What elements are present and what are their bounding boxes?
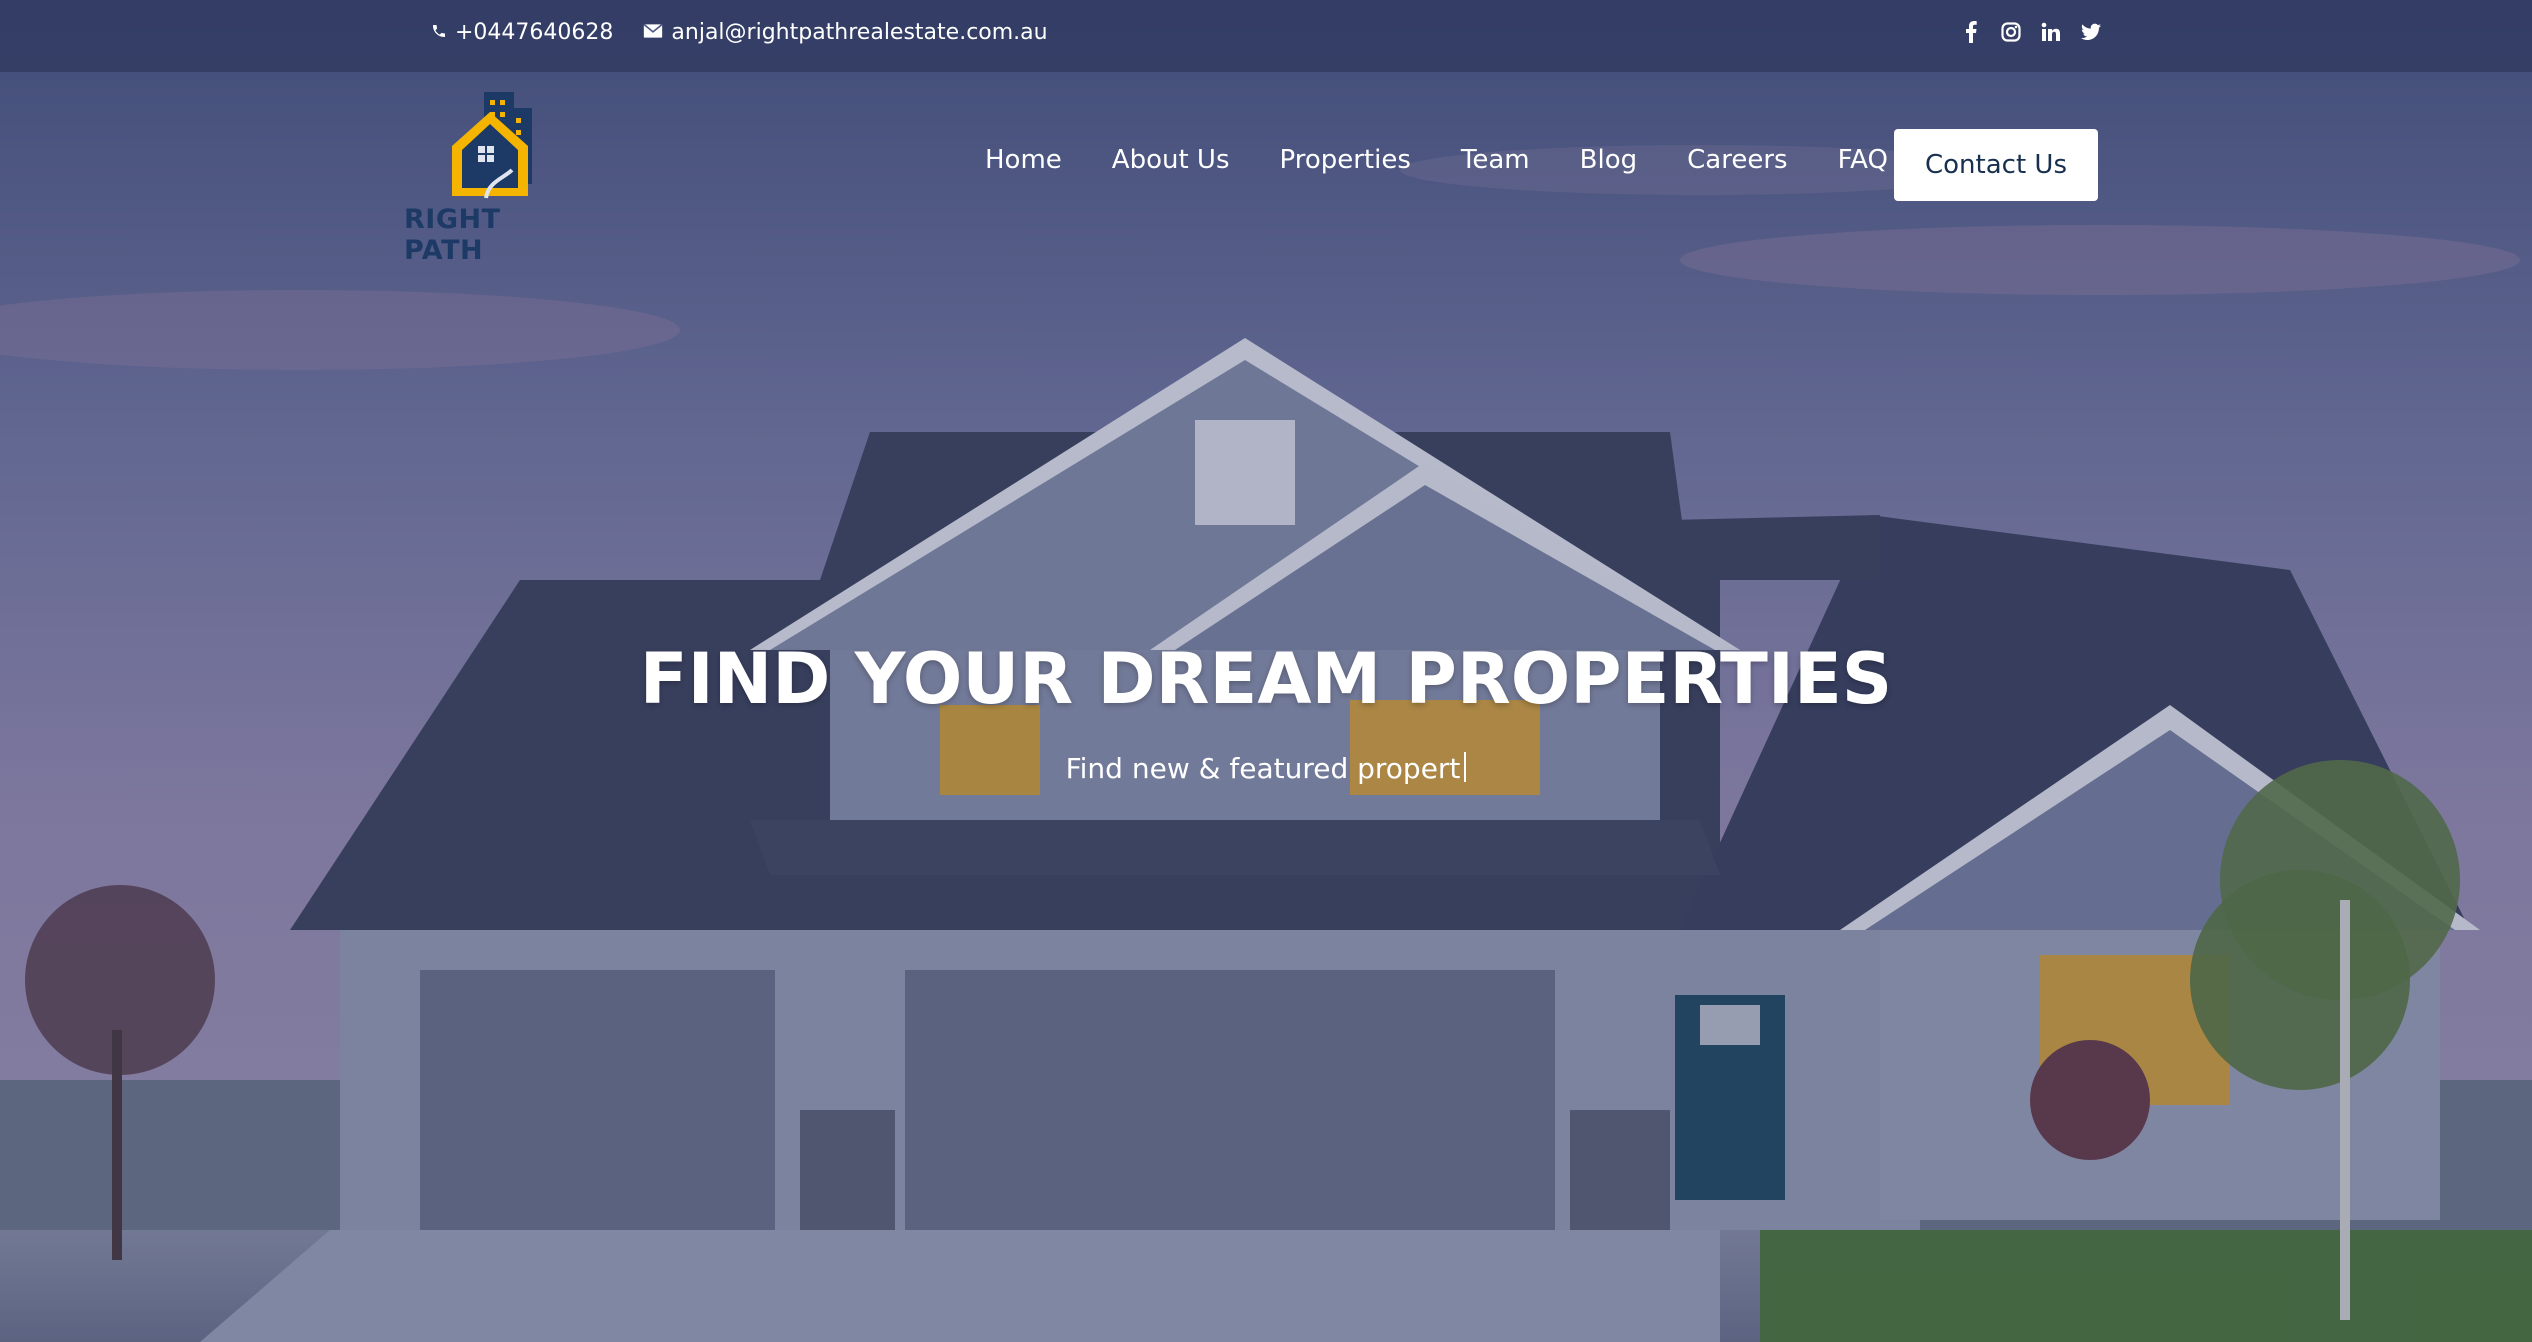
phone-number: +0447640628	[455, 20, 614, 45]
nav-team[interactable]: Team	[1461, 145, 1530, 175]
instagram-icon[interactable]	[2000, 20, 2022, 44]
email-link[interactable]: anjal@rightpathrealestate.com.au	[643, 20, 1048, 45]
site-logo[interactable]: RIGHT PATH	[404, 86, 580, 266]
topbar-contact: +0447640628 anjal@rightpathrealestate.co…	[431, 20, 1048, 45]
logo-text: RIGHT PATH	[404, 204, 501, 266]
twitter-icon[interactable]	[2080, 20, 2102, 44]
contact-us-button[interactable]: Contact Us	[1894, 129, 2098, 201]
typing-cursor	[1464, 752, 1467, 782]
phone-link[interactable]: +0447640628	[431, 20, 613, 45]
top-bar: +0447640628 anjal@rightpathrealestate.co…	[0, 0, 2532, 72]
main-nav: Home About Us Properties Team Blog Caree…	[985, 145, 1888, 175]
house-path-logo-icon	[452, 92, 532, 199]
nav-properties[interactable]: Properties	[1280, 145, 1411, 175]
hero-subtitle: Find new & featured propert	[0, 752, 2532, 785]
nav-blog[interactable]: Blog	[1580, 145, 1637, 175]
hero-title: FIND YOUR DREAM PROPERTIES	[639, 638, 1893, 720]
nav-about-us[interactable]: About Us	[1112, 145, 1230, 175]
nav-careers[interactable]: Careers	[1687, 145, 1787, 175]
linkedin-icon[interactable]	[2040, 20, 2062, 44]
facebook-icon[interactable]	[1960, 20, 1982, 44]
email-address: anjal@rightpathrealestate.com.au	[671, 20, 1048, 45]
social-links	[1960, 20, 2102, 44]
nav-faq[interactable]: FAQ	[1838, 145, 1888, 175]
envelope-icon	[643, 20, 664, 45]
phone-icon	[431, 20, 447, 45]
nav-home[interactable]: Home	[985, 145, 1062, 175]
hero-subtitle-text: Find new & featured propert	[1065, 752, 1461, 785]
